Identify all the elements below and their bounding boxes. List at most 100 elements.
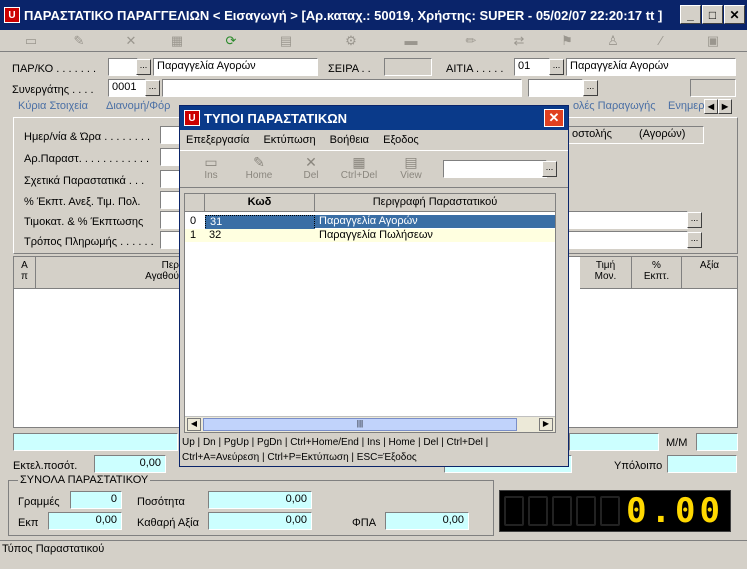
related-docs-label: Σχετικά Παραστατικά . . .: [24, 175, 145, 187]
menu-edit[interactable]: Επεξεργασία: [186, 134, 249, 146]
lines-label: Γραμμές: [18, 496, 60, 508]
dialog-search-button[interactable]: ...: [542, 161, 557, 177]
scroll-thumb[interactable]: |||: [203, 418, 517, 431]
tab-main[interactable]: Κύρια Στοιχεία: [18, 100, 88, 117]
aitia-code-field[interactable]: 01: [514, 58, 550, 76]
synergatis-extra-field[interactable]: [528, 79, 583, 97]
minimize-button[interactable]: _: [680, 5, 701, 24]
new-doc-icon: ▭: [204, 154, 218, 170]
dialog-hints-line2: Ctrl+A=Ανεύρεση | Ctrl+P=Εκτύπωση | ESC=…: [182, 452, 417, 463]
pricelist-label: Τιμοκατ. & % Έκπτωσης: [24, 216, 144, 228]
discount-total-field: 0,00: [48, 512, 122, 530]
executed-qty-field: 0,00: [94, 455, 166, 473]
col-description-header: Περ Αγαθού: [36, 257, 180, 289]
synergatis-desc-field[interactable]: [162, 79, 522, 97]
parko-code-field[interactable]: [108, 58, 138, 76]
seira-label: ΣΕΙΡΑ . .: [328, 63, 371, 75]
col-unit-price-header: Τιμή Μον.: [580, 257, 632, 289]
chart-icon[interactable]: ⁄: [650, 33, 672, 49]
discount-field[interactable]: [160, 191, 180, 209]
clear-icon[interactable]: ▦: [166, 33, 188, 49]
new-icon[interactable]: ▭: [20, 33, 42, 49]
col-discount-header: % Εκπτ.: [632, 257, 682, 289]
payment-lookup-button[interactable]: ...: [687, 232, 702, 248]
transfer-icon[interactable]: ⇄: [508, 33, 530, 49]
col-code-header[interactable]: Κωδ: [205, 194, 315, 212]
pricelist-lookup-button[interactable]: ...: [687, 212, 702, 228]
doc-number-label: Αρ.Παραστ. . . . . . . . . . . .: [24, 153, 149, 165]
aitia-desc-field[interactable]: Παραγγελία Αγορών: [566, 58, 736, 76]
payment-right-field[interactable]: [568, 231, 688, 249]
doc-number-field[interactable]: [160, 148, 180, 166]
table-row[interactable]: 1 32 Παραγγελία Πωλήσεων: [185, 229, 555, 242]
clear-icon: ▦: [352, 154, 366, 170]
del-button[interactable]: ✕ Del: [298, 154, 324, 181]
item-info-right-field: [569, 433, 659, 451]
seira-field[interactable]: [384, 58, 432, 76]
payment-method-label: Τρόπος Πληρωμής . . . . . .: [24, 236, 154, 248]
flag-icon[interactable]: ⚑: [556, 33, 578, 49]
parko-label: ΠΑΡ/ΚΟ . . . . . . .: [12, 63, 97, 75]
total-display: 0.00: [499, 490, 731, 532]
pricelist-right-field[interactable]: [568, 211, 688, 229]
menu-help[interactable]: Βοήθεια: [330, 134, 369, 146]
discount-label: % Έκπτ. Ανεξ. Τιμ. Πολ.: [24, 196, 141, 208]
print-icon[interactable]: ▤: [275, 33, 297, 49]
tab-distribution[interactable]: Διανομή/Φόρ: [106, 100, 170, 117]
table-row[interactable]: 0 31 Παραγγελία Αγορών: [185, 215, 555, 230]
dialog-toolbar: ▭ Ins ✎ Home ✕ Del ▦ Ctrl+Del ▤ View ...: [180, 150, 568, 188]
doc-types-grid[interactable]: Κωδ Περιγραφή Παραστατικού 0 31 Παραγγελ…: [184, 193, 556, 433]
synergatis-extra-lookup-button[interactable]: ...: [583, 80, 598, 96]
vat-field: 0,00: [385, 512, 469, 530]
scroll-right-icon[interactable]: ▶: [539, 418, 553, 431]
remaining-label: Υπόλοιπο: [614, 460, 663, 472]
col-desc-header[interactable]: Περιγραφή Παραστατικού: [315, 194, 556, 212]
shipping-label: οστολής: [572, 128, 612, 140]
discount-total-label: Εκπ: [18, 517, 39, 529]
payment-method-field[interactable]: [160, 231, 180, 249]
dialog-close-button[interactable]: ✕: [544, 109, 564, 127]
scroll-left-icon[interactable]: ◀: [187, 418, 201, 431]
pencil-icon[interactable]: ✏: [460, 33, 482, 49]
home-icon: ✎: [253, 154, 265, 170]
parko-lookup-button[interactable]: ...: [136, 59, 151, 75]
window-title-bar: U ΠΑΡΑΣΤΑΤΙΚΟ ΠΑΡΑΓΓΕΛΙΩΝ < Εισαγωγή > […: [0, 0, 747, 30]
menu-print[interactable]: Εκτύπωση: [263, 134, 315, 146]
tab-production[interactable]: ολές Παραγωγής: [573, 100, 656, 117]
aitia-label: ΑΙΤΙΑ . . . . .: [446, 63, 504, 75]
refresh-icon[interactable]: ⟳: [220, 33, 242, 49]
col-value-header: Αξία: [682, 257, 738, 289]
tab-update[interactable]: Ενημερ: [668, 100, 704, 117]
tab-scroll-right-icon[interactable]: ▶: [718, 99, 732, 114]
folder-icon[interactable]: ▬: [400, 33, 422, 49]
view-icon: ▤: [404, 154, 418, 170]
close-button[interactable]: ✕: [724, 5, 745, 24]
delete-icon[interactable]: ✕: [120, 33, 142, 49]
date-field[interactable]: [160, 126, 180, 144]
home-button[interactable]: ✎ Home: [242, 154, 276, 181]
dialog-search-field[interactable]: [443, 160, 547, 178]
maximize-button[interactable]: □: [702, 5, 723, 24]
status-bar: Τύπος Παραστατικού: [0, 540, 747, 569]
synergatis-lookup-button[interactable]: ...: [145, 80, 160, 96]
edit-icon[interactable]: ✎: [68, 33, 90, 49]
grid-hscrollbar[interactable]: ◀ ||| ▶: [185, 416, 555, 432]
synergatis-code-field[interactable]: 0001: [108, 79, 146, 97]
tools-icon[interactable]: ⚙: [340, 33, 362, 49]
ctrl-del-button[interactable]: ▦ Ctrl+Del: [336, 154, 382, 181]
dialog-title-bar: U ΤΥΠΟΙ ΠΑΡΑΣΤΑΤΙΚΩΝ ✕: [180, 106, 568, 130]
menu-exit[interactable]: Εξοδος: [383, 134, 419, 146]
parko-desc-field[interactable]: Παραγγελία Αγορών: [153, 58, 318, 76]
delete-icon: ✕: [305, 154, 317, 170]
lines-count-field: 0: [70, 491, 122, 509]
tab-scroll-left-icon[interactable]: ◀: [704, 99, 718, 114]
chair-icon[interactable]: ♙: [602, 33, 624, 49]
dialog-logo-icon: U: [184, 110, 200, 126]
ins-button[interactable]: ▭ Ins: [198, 154, 224, 181]
aitia-lookup-button[interactable]: ...: [549, 59, 564, 75]
view-button[interactable]: ▤ View: [396, 154, 426, 181]
settings-icon[interactable]: ▣: [702, 33, 724, 49]
net-value-field: 0,00: [208, 512, 312, 530]
related-docs-field[interactable]: [160, 170, 180, 188]
pricelist-field[interactable]: [160, 211, 180, 229]
